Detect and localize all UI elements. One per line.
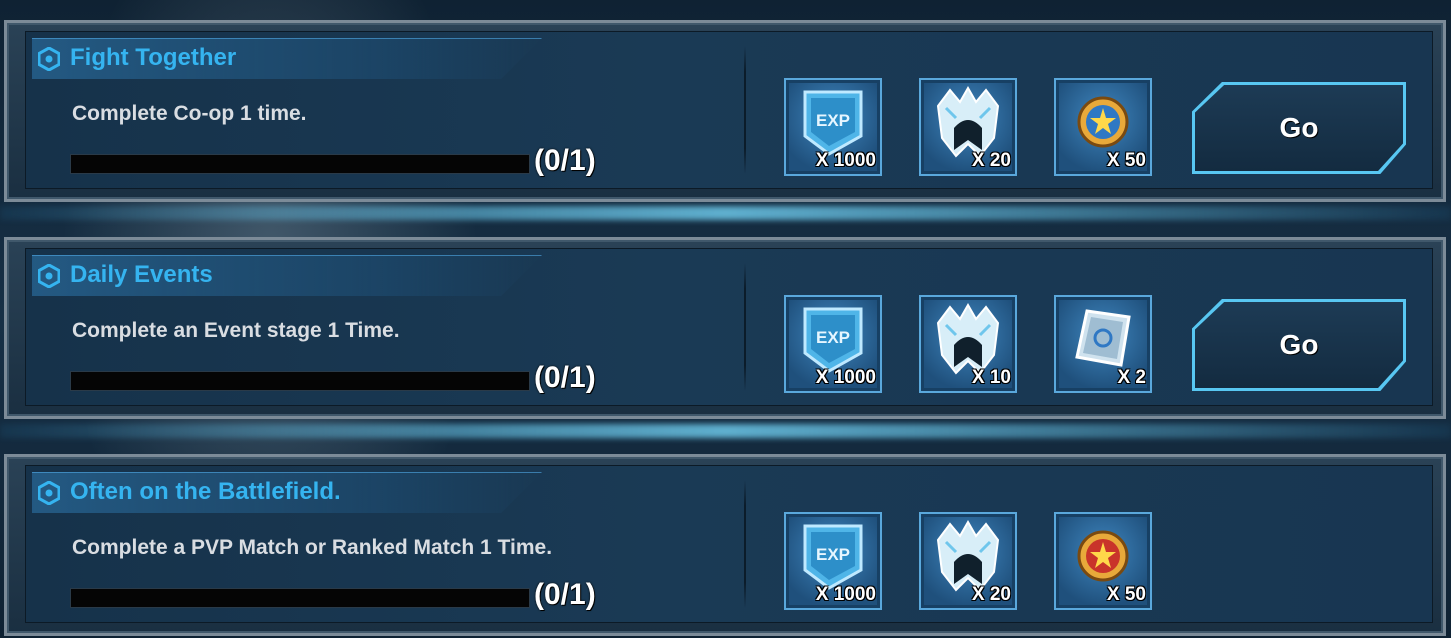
hexagon-icon <box>38 481 60 505</box>
reward-quantity: X 2 <box>1117 367 1146 388</box>
progress-text: (0/1) <box>534 578 596 611</box>
svg-text:EXP: EXP <box>816 111 850 130</box>
go-button-face: Go <box>1195 302 1403 388</box>
progress-bar <box>70 371 530 391</box>
hexagon-icon <box>38 47 60 71</box>
mission-title: Fight Together <box>70 44 237 71</box>
crystal-chip-icon <box>1075 309 1131 367</box>
reward-item[interactable]: EXP X 1000 <box>784 78 882 176</box>
go-button[interactable]: Go <box>1192 299 1406 391</box>
mission-description: Complete a PVP Match or Ranked Match 1 T… <box>72 536 553 559</box>
divider <box>744 480 746 608</box>
progress-text: (0/1) <box>534 361 596 394</box>
divider <box>744 46 746 174</box>
reward-item[interactable]: EXP X 1000 <box>784 512 882 610</box>
svg-text:EXP: EXP <box>816 545 850 564</box>
helmet-icon <box>936 85 1000 158</box>
progress-bar <box>70 588 530 608</box>
mission-panel: Often on the Battlefield. Complete a PVP… <box>25 465 1433 623</box>
divider <box>744 263 746 391</box>
reward-quantity: X 20 <box>971 584 1011 605</box>
red-medal-icon <box>1077 530 1129 582</box>
reward-item[interactable]: X 50 <box>1054 512 1152 610</box>
reward-item[interactable]: X 20 <box>919 78 1017 176</box>
reward-quantity: X 50 <box>1106 584 1146 605</box>
reward-quantity: X 50 <box>1106 150 1146 171</box>
go-button-face: Go <box>1195 85 1403 171</box>
mission-title: Often on the Battlefield. <box>70 478 341 505</box>
progress-bar <box>70 154 530 174</box>
background-light-streak <box>0 424 1451 438</box>
go-button-label: Go <box>1279 329 1319 360</box>
reward-item[interactable]: X 10 <box>919 295 1017 393</box>
helmet-icon <box>936 302 1000 375</box>
exp-card-icon: EXP <box>803 524 863 590</box>
mission-panel: Daily Events Complete an Event stage 1 T… <box>25 248 1433 406</box>
helmet-icon <box>936 519 1000 592</box>
reward-quantity: X 1000 <box>815 584 876 605</box>
reward-item[interactable]: X 20 <box>919 512 1017 610</box>
mission-card: Fight Together Complete Co-op 1 time. (0… <box>4 20 1446 202</box>
reward-item[interactable]: EXP X 1000 <box>784 295 882 393</box>
reward-quantity: X 1000 <box>815 150 876 171</box>
hexagon-icon <box>38 264 60 288</box>
reward-item[interactable]: X 50 <box>1054 78 1152 176</box>
mission-title: Daily Events <box>70 261 213 288</box>
reward-quantity: X 20 <box>971 150 1011 171</box>
progress-text: (0/1) <box>534 144 596 177</box>
mission-description: Complete Co-op 1 time. <box>72 102 307 125</box>
reward-item[interactable]: X 2 <box>1054 295 1152 393</box>
mission-description: Complete an Event stage 1 Time. <box>72 319 400 342</box>
go-button-label: Go <box>1279 112 1319 143</box>
reward-quantity: X 1000 <box>815 367 876 388</box>
reward-quantity: X 10 <box>971 367 1011 388</box>
background-light-streak <box>0 206 1451 220</box>
mission-card: Daily Events Complete an Event stage 1 T… <box>4 237 1446 419</box>
exp-card-icon: EXP <box>803 307 863 373</box>
mission-card: Often on the Battlefield. Complete a PVP… <box>4 454 1446 636</box>
exp-card-icon: EXP <box>803 90 863 156</box>
go-button[interactable]: Go <box>1192 82 1406 174</box>
gold-medal-icon <box>1077 96 1129 148</box>
svg-text:EXP: EXP <box>816 328 850 347</box>
mission-panel: Fight Together Complete Co-op 1 time. (0… <box>25 31 1433 189</box>
